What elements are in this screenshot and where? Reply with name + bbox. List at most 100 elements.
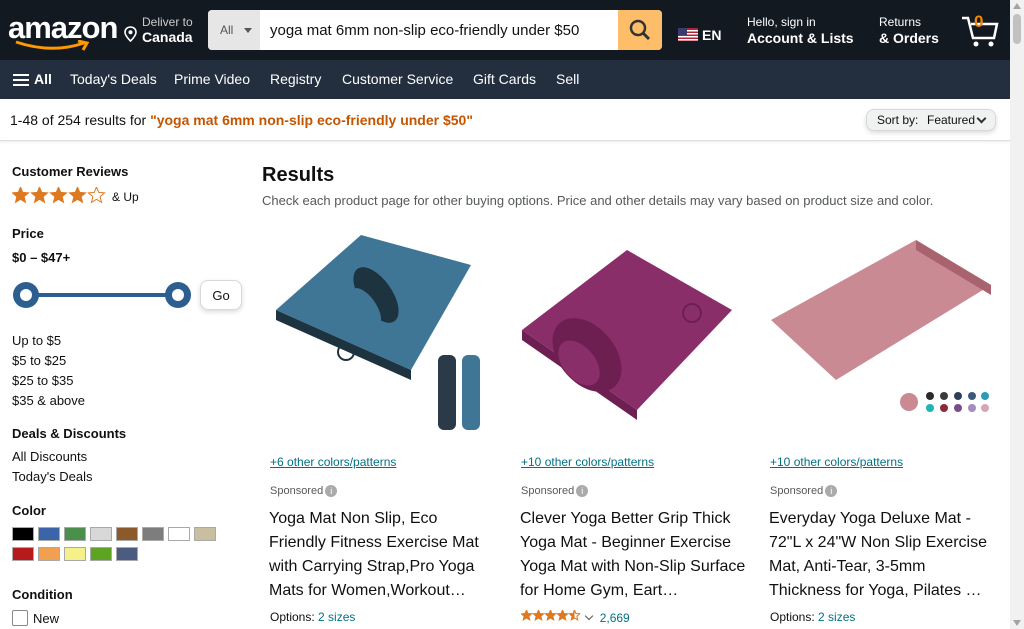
- product-image[interactable]: [266, 215, 496, 440]
- scroll-up-arrow-icon[interactable]: [1013, 3, 1021, 9]
- returns-label: Returns: [879, 15, 922, 29]
- color-swatch[interactable]: [168, 527, 190, 541]
- price-link-25-to-35[interactable]: $25 to $35: [12, 373, 73, 388]
- product-colors-link[interactable]: +6 other colors/patterns: [270, 455, 396, 469]
- logo-smile-icon: [15, 40, 90, 51]
- color-swatch[interactable]: [90, 547, 112, 561]
- sponsored-text: Sponsored: [521, 485, 575, 497]
- sort-value: Featured: [927, 113, 976, 127]
- price-link-35-above[interactable]: $35 & above: [12, 393, 85, 408]
- star-rating-icon[interactable]: [520, 608, 581, 622]
- search-icon: [629, 19, 651, 41]
- deliver-to-location[interactable]: Deliver to Canada: [118, 8, 206, 52]
- product-image[interactable]: [517, 215, 747, 440]
- sponsored-text: Sponsored: [270, 485, 324, 497]
- search-button[interactable]: [618, 10, 662, 50]
- nav-customer-service[interactable]: Customer Service: [336, 66, 459, 93]
- color-swatch[interactable]: [90, 527, 112, 541]
- deals-todays-deals[interactable]: Today's Deals: [12, 469, 93, 484]
- top-header: amazon Deliver to Canada All yoga mat 6m…: [0, 0, 1010, 60]
- caret-down-icon: [244, 28, 252, 33]
- returns-orders[interactable]: Returns & Orders: [870, 8, 946, 52]
- product-title-link[interactable]: Clever Yoga Better Grip Thick Yoga Mat -…: [520, 507, 746, 603]
- product-image-graphic: [266, 215, 496, 440]
- star: [520, 608, 533, 622]
- nav-registry[interactable]: Registry: [264, 66, 327, 93]
- condition-new-checkbox[interactable]: [12, 610, 28, 626]
- options-sizes-link[interactable]: 2 sizes: [818, 610, 855, 624]
- info-icon: i: [576, 485, 589, 498]
- page-scrollbar[interactable]: [1010, 0, 1024, 629]
- language-selector[interactable]: EN: [674, 8, 724, 52]
- price-heading: Price: [12, 226, 44, 241]
- info-icon: i: [325, 485, 338, 498]
- search-category-select[interactable]: All: [208, 10, 260, 50]
- price-go-button[interactable]: Go: [200, 280, 242, 310]
- product-title-link[interactable]: Yoga Mat Non Slip, Eco Friendly Fitness …: [269, 507, 495, 603]
- star: [544, 608, 557, 622]
- options-sizes-link[interactable]: 2 sizes: [318, 610, 355, 624]
- color-swatch[interactable]: [38, 547, 60, 561]
- sponsored-label[interactable]: Sponsored i: [770, 485, 838, 498]
- sort-dropdown[interactable]: Sort by: Featured: [866, 109, 996, 131]
- product-rating: 2,669: [520, 608, 630, 625]
- product-image[interactable]: [766, 215, 996, 440]
- rating-count-link[interactable]: 2,669: [600, 611, 630, 625]
- color-swatch[interactable]: [38, 527, 60, 541]
- hamburger-icon: [13, 74, 29, 86]
- nav-sell[interactable]: Sell: [550, 66, 585, 93]
- language-code: EN: [702, 27, 722, 43]
- nav-all-label: All: [34, 71, 52, 87]
- color-swatch[interactable]: [116, 527, 138, 541]
- star: [11, 185, 30, 204]
- results-count: 1-48 of 254 results for "yoga mat 6mm no…: [10, 112, 473, 128]
- account-label: Account & Lists: [747, 30, 854, 46]
- product-colors-link[interactable]: +10 other colors/patterns: [521, 455, 654, 469]
- filters-sidebar: Customer Reviews & Up Price $0 – $47+ Go…: [0, 142, 250, 629]
- nav-all-menu[interactable]: All: [4, 66, 58, 93]
- color-swatch[interactable]: [64, 527, 86, 541]
- color-swatch[interactable]: [116, 547, 138, 561]
- price-link-up-to-5[interactable]: Up to $5: [12, 333, 61, 348]
- price-slider-min-handle[interactable]: [13, 282, 39, 308]
- condition-heading: Condition: [12, 587, 73, 602]
- color-swatch[interactable]: [12, 527, 34, 541]
- info-icon: i: [825, 485, 838, 498]
- amazon-logo[interactable]: amazon: [8, 8, 118, 52]
- cart-button[interactable]: 0: [950, 4, 1006, 54]
- scroll-down-arrow-icon[interactable]: [1013, 620, 1021, 626]
- search-input[interactable]: [264, 10, 620, 50]
- sponsored-label[interactable]: Sponsored i: [521, 485, 589, 498]
- rating-filter-4-up[interactable]: & Up: [11, 185, 142, 207]
- search-bar: All: [208, 10, 662, 50]
- options-label: Options:: [770, 610, 815, 624]
- nav-prime-video[interactable]: Prime Video: [168, 66, 256, 93]
- reviews-up-label: & Up: [112, 190, 139, 204]
- product-title-link[interactable]: Everyday Yoga Deluxe Mat - 72"L x 24"W N…: [769, 507, 995, 603]
- scrollbar-thumb[interactable]: [1013, 14, 1021, 44]
- chevron-down-icon[interactable]: [585, 611, 594, 621]
- color-swatch[interactable]: [12, 547, 34, 561]
- search-category-value: All: [220, 23, 234, 37]
- star: [30, 185, 49, 204]
- star-rating-icon: [11, 185, 106, 204]
- location-pin-icon: [124, 26, 137, 42]
- sponsored-label[interactable]: Sponsored i: [270, 485, 338, 498]
- star: [68, 185, 87, 204]
- deals-heading: Deals & Discounts: [12, 426, 127, 441]
- condition-new-label[interactable]: New: [33, 611, 59, 626]
- nav-todays-deals[interactable]: Today's Deals: [64, 66, 163, 93]
- deals-all-discounts[interactable]: All Discounts: [12, 449, 87, 464]
- product-colors-link[interactable]: +10 other colors/patterns: [770, 455, 903, 469]
- color-swatch[interactable]: [142, 527, 164, 541]
- product-options: Options: 2 sizes: [770, 610, 855, 624]
- account-lists[interactable]: Hello, sign in Account & Lists: [738, 8, 854, 52]
- color-swatch[interactable]: [64, 547, 86, 561]
- nav-gift-cards[interactable]: Gift Cards: [467, 66, 542, 93]
- price-slider-track[interactable]: [26, 293, 178, 297]
- reviews-heading: Customer Reviews: [12, 164, 129, 179]
- price-link-5-to-25[interactable]: $5 to $25: [12, 353, 66, 368]
- price-slider-max-handle[interactable]: [165, 282, 191, 308]
- color-swatch[interactable]: [194, 527, 216, 541]
- star: [49, 185, 68, 204]
